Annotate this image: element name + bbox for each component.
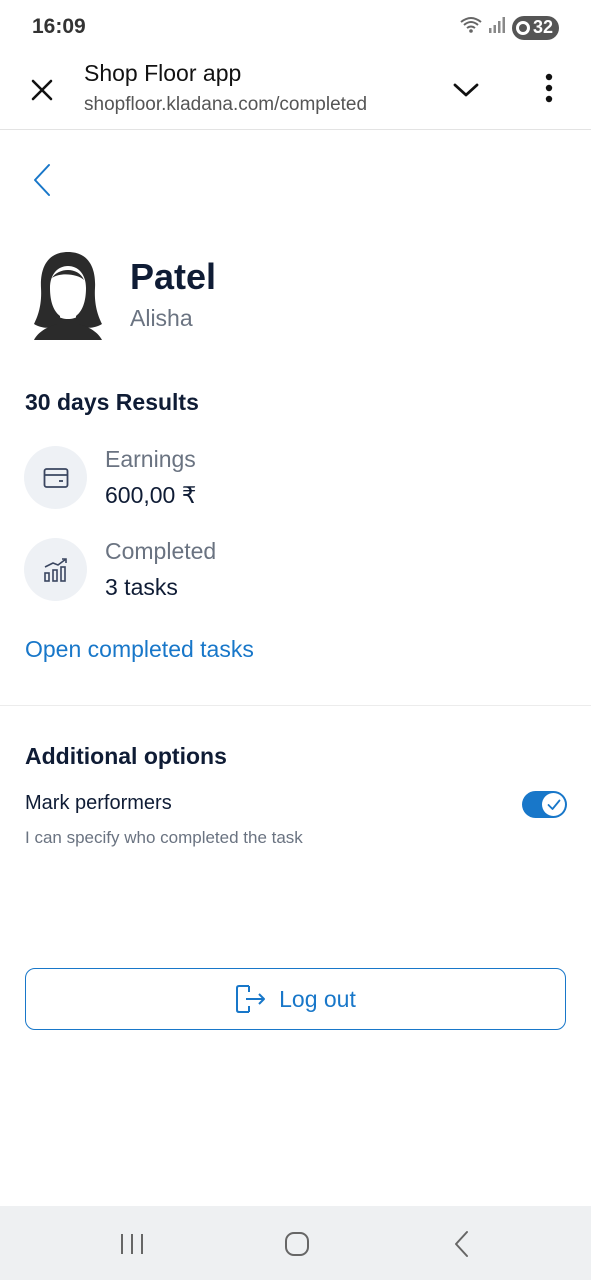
- back-icon: [455, 1231, 468, 1257]
- mark-performers-description: I can specify who completed the task: [25, 828, 303, 847]
- nav-back-button[interactable]: [442, 1224, 482, 1264]
- chevron-down-icon: [453, 83, 479, 97]
- close-button[interactable]: [24, 72, 60, 108]
- home-icon: [285, 1232, 309, 1256]
- earnings-stat: Earnings 600,00 ₹: [24, 446, 424, 512]
- signal-icon: [488, 16, 506, 39]
- growth-chart-icon: [24, 538, 87, 601]
- check-icon: [547, 799, 560, 810]
- back-button[interactable]: [22, 158, 62, 202]
- chevron-left-icon: [34, 164, 50, 196]
- browser-header: Shop Floor app shopfloor.kladana.com/com…: [0, 54, 591, 130]
- female-avatar-icon: [34, 252, 102, 340]
- avatar: [30, 250, 106, 340]
- logout-label: Log out: [279, 985, 356, 1012]
- recent-apps-icon: [121, 1234, 143, 1254]
- earnings-value: 600,00 ₹: [105, 482, 197, 508]
- completed-value: 3 tasks: [105, 574, 178, 600]
- divider: [0, 705, 591, 706]
- status-time: 16:09: [32, 15, 86, 38]
- browser-url[interactable]: shopfloor.kladana.com/completed: [84, 94, 367, 116]
- logout-icon: [236, 985, 266, 1013]
- results-heading: 30 days Results: [25, 389, 199, 415]
- additional-options-heading: Additional options: [25, 743, 227, 769]
- profile-first-name: Alisha: [130, 305, 193, 331]
- completed-label: Completed: [105, 538, 217, 564]
- battery-level: 32: [532, 17, 553, 37]
- status-icons: 32: [460, 15, 559, 40]
- status-bar: 16:09 32: [0, 0, 591, 54]
- open-completed-tasks-link[interactable]: Open completed tasks: [25, 636, 254, 663]
- expand-button[interactable]: [448, 72, 484, 108]
- browser-title: Shop Floor app: [84, 60, 242, 86]
- mark-performers-label: Mark performers: [25, 792, 172, 814]
- more-vert-icon: [545, 73, 553, 103]
- mark-performers-toggle[interactable]: [522, 791, 567, 818]
- profile-last-name: Patel: [130, 256, 217, 297]
- system-nav-bar: [0, 1206, 591, 1280]
- close-icon: [31, 79, 53, 101]
- home-button[interactable]: [277, 1224, 317, 1264]
- toggle-knob: [542, 793, 565, 816]
- earnings-label: Earnings: [105, 446, 196, 472]
- recent-apps-button[interactable]: [112, 1224, 152, 1264]
- more-options-button[interactable]: [532, 68, 566, 108]
- completed-stat: Completed 3 tasks: [24, 538, 424, 604]
- wifi-icon: [460, 15, 482, 40]
- battery-icon: 32: [511, 15, 559, 40]
- wallet-icon: [24, 446, 87, 509]
- logout-button[interactable]: Log out: [25, 968, 566, 1030]
